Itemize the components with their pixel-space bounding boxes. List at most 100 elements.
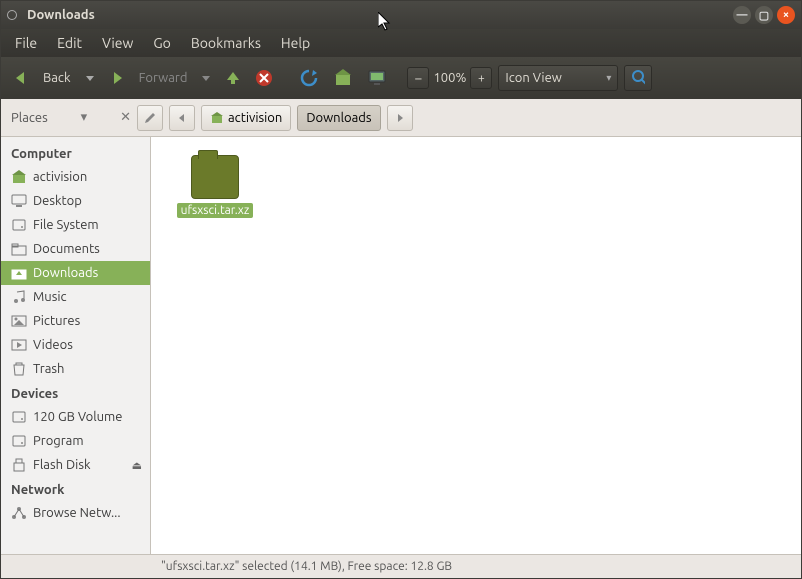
sidebar-item-trash[interactable]: Trash [1,357,150,381]
view-mode-label: Icon View [505,71,561,85]
home-icon [11,169,27,185]
breadcrumb-home[interactable]: activision [201,105,291,131]
breadcrumb-current[interactable]: Downloads [297,105,380,131]
chevron-down-icon[interactable]: ▾ [81,110,88,125]
minimize-button[interactable]: — [733,6,751,24]
window-title: Downloads [27,8,95,22]
forward-label[interactable]: Forward [135,64,192,92]
sidebar-item-music[interactable]: Music [1,285,150,309]
parent-button[interactable] [221,64,245,92]
sidebar-item-pictures[interactable]: Pictures [1,309,150,333]
menu-edit[interactable]: Edit [49,32,90,54]
file-manager-window: Downloads — ▢ × File Edit View Go Bookma… [0,0,802,579]
chevron-right-icon [395,113,405,123]
search-button[interactable] [624,65,652,91]
usb-icon [11,457,27,473]
sidebar-item-label: Videos [33,338,73,352]
sidebar-item-activision[interactable]: activision [1,165,150,189]
zoom-controls: − 100% + [407,67,492,89]
folder-icon [11,241,27,257]
places-label-text: Places [11,111,48,125]
sidebar-item-videos[interactable]: Videos [1,333,150,357]
breadcrumb-home-label: activision [228,111,282,125]
sidebar-item-downloads[interactable]: Downloads [1,261,150,285]
sidebar-item-label: Flash Disk [33,458,91,472]
search-icon [631,69,645,87]
chevron-left-icon [177,113,187,123]
disk-icon [11,217,27,233]
places-sidebar: Computer activision Desktop File System Doc… [1,137,151,554]
status-text: "ufsxsci.tar.xz" selected (14.1 MB), Fre… [161,560,452,573]
sidebar-item-label: Downloads [33,266,98,280]
breadcrumb-current-label: Downloads [306,111,371,125]
sidebar-item-label: Music [33,290,67,304]
stop-icon [255,69,273,87]
view-mode-select[interactable]: Icon View [498,65,618,91]
pathbar: Places ▾ ✕ activision Downloads [1,99,801,137]
pencil-icon [143,111,157,125]
sidebar-item-browse-netw-[interactable]: Browse Netw... [1,501,150,525]
sidebar-section-computer: Computer [1,141,150,165]
stop-button[interactable] [251,64,277,92]
file-item[interactable]: ufsxsci.tar.xz [169,155,261,218]
sidebar-item-label: Browse Netw... [33,506,121,520]
sidebar-item-120-gb-volume[interactable]: 120 GB Volume [1,405,150,429]
chevron-down-icon [201,73,211,83]
forward-button[interactable] [105,64,129,92]
home-icon [333,68,353,88]
menu-bookmarks[interactable]: Bookmarks [183,32,269,54]
back-button[interactable] [9,64,33,92]
monitor-icon [367,68,387,88]
up-arrow-icon [225,70,241,86]
back-dropdown[interactable] [81,64,99,92]
zoom-in-button[interactable]: + [470,67,492,89]
home-button[interactable] [329,64,357,92]
sidebar-item-file-system[interactable]: File System [1,213,150,237]
sidebar-item-label: Trash [33,362,64,376]
sidebar-section-network: Network [1,477,150,501]
menu-view[interactable]: View [94,32,141,54]
trash-icon [11,361,27,377]
sidebar-item-program[interactable]: Program [1,429,150,453]
disk-icon [11,409,27,425]
path-next-button[interactable] [387,105,413,131]
reload-icon [299,68,319,88]
menu-help[interactable]: Help [273,32,318,54]
home-icon [210,111,224,125]
statusbar: "ufsxsci.tar.xz" selected (14.1 MB), Fre… [1,554,801,578]
computer-button[interactable] [363,64,391,92]
edit-path-button[interactable] [137,105,163,131]
sidebar-item-label: Desktop [33,194,82,208]
zoom-level: 100% [433,71,466,85]
zoom-out-button[interactable]: − [407,67,429,89]
forward-arrow-icon [109,70,125,86]
sidebar-item-documents[interactable]: Documents [1,237,150,261]
file-view[interactable]: ufsxsci.tar.xz [151,137,801,554]
sidebar-item-label: File System [33,218,99,232]
menubar: File Edit View Go Bookmarks Help [1,29,801,57]
close-panel-icon[interactable]: ✕ [120,110,131,125]
sidebar-item-desktop[interactable]: Desktop [1,189,150,213]
close-button[interactable]: × [777,6,795,24]
maximize-button[interactable]: ▢ [755,6,773,24]
sidebar-item-flash-disk[interactable]: Flash Disk ⏏ [1,453,150,477]
music-icon [11,289,27,305]
menu-file[interactable]: File [7,32,45,54]
network-icon [11,505,27,521]
pictures-icon [11,313,27,329]
forward-dropdown[interactable] [197,64,215,92]
archive-icon [191,155,239,199]
path-prev-button[interactable] [169,105,195,131]
eject-icon[interactable]: ⏏ [132,459,142,472]
app-icon [7,10,17,20]
menu-go[interactable]: Go [145,32,178,54]
titlebar[interactable]: Downloads — ▢ × [1,1,801,29]
sidebar-item-label: activision [33,170,87,184]
places-panel-header: Places ▾ ✕ [11,110,131,125]
sidebar-item-label: 120 GB Volume [33,410,122,424]
sidebar-item-label: Documents [33,242,100,256]
file-label: ufsxsci.tar.xz [177,203,254,218]
sidebar-item-label: Program [33,434,84,448]
back-label[interactable]: Back [39,64,75,92]
reload-button[interactable] [295,64,323,92]
